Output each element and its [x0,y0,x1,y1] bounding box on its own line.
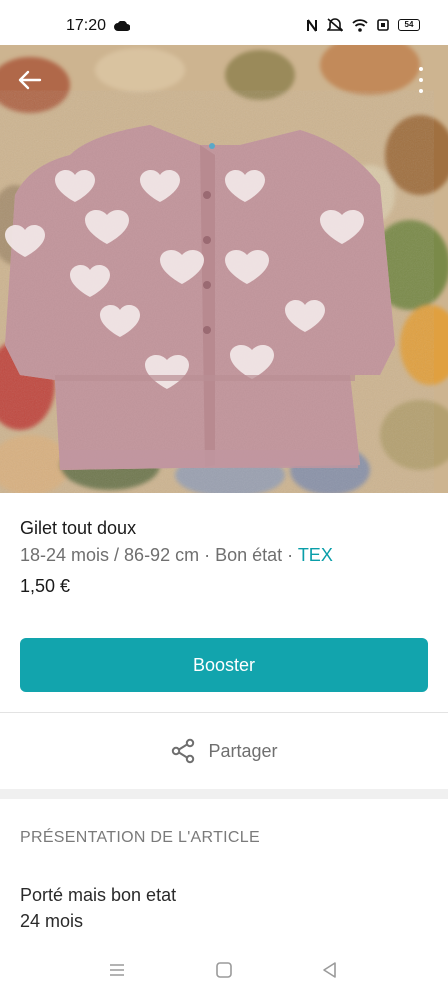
nfc-icon [307,18,317,32]
more-vertical-icon [419,67,423,71]
cloud-icon [114,21,130,31]
back-button[interactable] [14,66,46,94]
item-description: Porté mais bon etat 24 mois [20,882,176,934]
home-button[interactable] [211,957,237,983]
meta-separator: · [282,545,298,565]
description-line: Porté mais bon etat [20,885,177,905]
item-condition: Bon état [215,545,283,565]
item-meta: 18-24 mois / 86-92 cm · Bon état · TEX [20,542,428,568]
share-icon [172,738,195,764]
recent-apps-button[interactable] [104,957,130,983]
boost-button[interactable]: Booster [20,638,428,692]
back-arrow-icon [18,70,42,90]
status-time: 17:20 [66,17,107,34]
section-separator [0,789,448,799]
share-label: Partager [208,740,278,761]
more-options-button[interactable] [414,64,428,96]
sim-icon [377,19,389,31]
system-nav-bar [0,945,448,995]
description-section-header: PRÉSENTATION DE L'ARTICLE [20,829,260,846]
mute-icon [327,18,343,32]
sweater-image [0,45,448,493]
share-button[interactable]: Partager [0,713,448,789]
home-square-icon [216,962,232,978]
battery-icon: 54 [398,19,420,31]
item-size: 18-24 mois / 86-92 cm [20,545,200,565]
description-line: 24 mois [20,911,84,931]
back-triangle-icon [323,962,336,978]
product-photo[interactable] [0,45,448,493]
item-brand-link[interactable]: TEX [298,545,333,565]
system-back-button[interactable] [317,957,343,983]
item-detail-screen: 17:20 54 Gilet tout doux 18-24 mois / 86… [0,0,448,995]
item-info: Gilet tout doux 18-24 mois / 86-92 cm · … [20,516,428,599]
wifi-icon [352,18,368,32]
item-price: 1,50 € [20,576,71,596]
item-title: Gilet tout doux [20,518,137,538]
menu-icon [110,964,124,976]
status-icons: 54 [306,18,420,32]
meta-separator: · [199,545,216,565]
